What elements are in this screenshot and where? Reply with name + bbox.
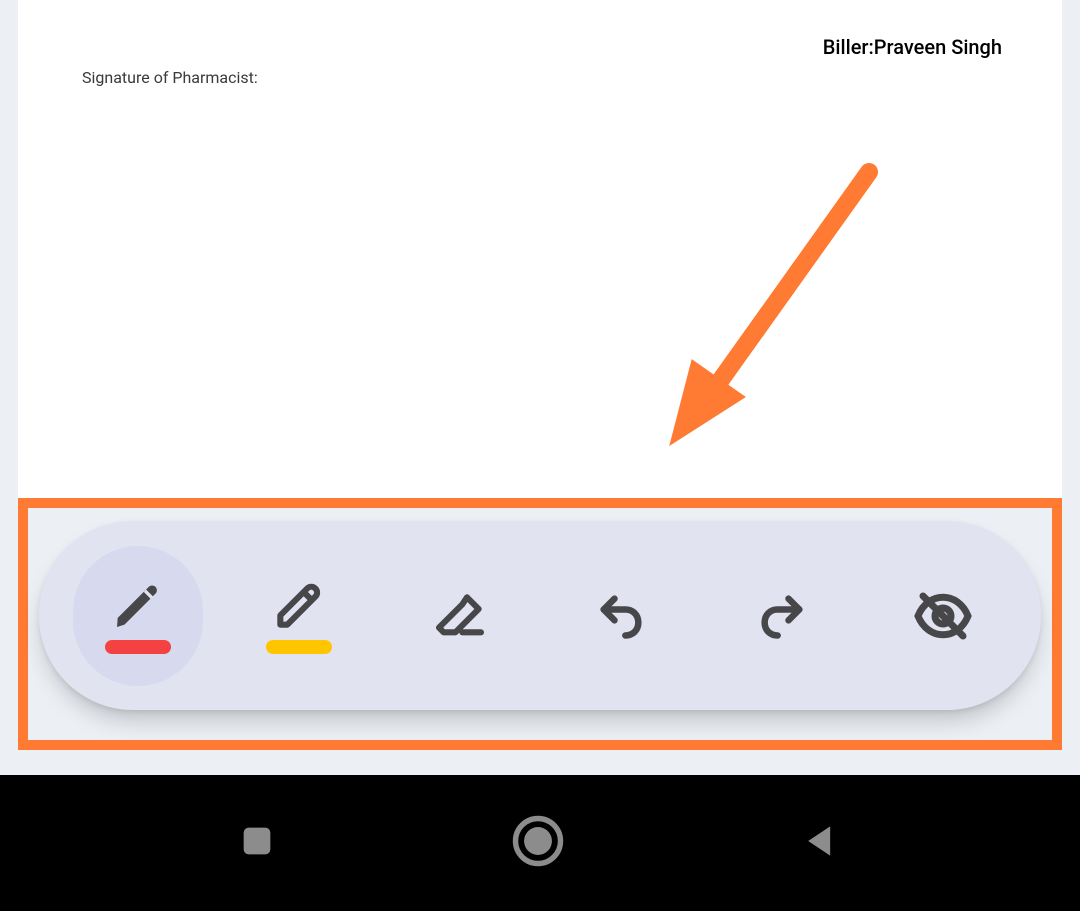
triangle-left-icon [799, 819, 843, 867]
eraser-tool[interactable] [395, 546, 525, 686]
square-icon [237, 821, 277, 865]
hide-annotations-button[interactable] [878, 546, 1008, 686]
document-page: Biller:Praveen Singh Signature of Pharma… [18, 0, 1062, 500]
highlighter-color-swatch [266, 640, 332, 654]
nav-recent-button[interactable] [237, 821, 277, 865]
biller-line: Biller:Praveen Singh [823, 35, 1002, 59]
pen-color-swatch [105, 640, 171, 654]
highlighter-tool[interactable] [234, 546, 364, 686]
biller-label: Biller: [823, 35, 874, 59]
circle-icon [511, 814, 565, 872]
eye-off-icon [913, 586, 973, 646]
redo-button[interactable] [717, 546, 847, 686]
redo-icon [756, 590, 808, 642]
undo-icon [595, 590, 647, 642]
biller-name: Praveen Singh [874, 35, 1002, 59]
pen-icon [110, 578, 166, 634]
system-navbar [0, 775, 1080, 911]
pen-tool[interactable] [73, 546, 203, 686]
signature-label: Signature of Pharmacist: [82, 68, 258, 87]
nav-home-button[interactable] [511, 814, 565, 872]
nav-back-button[interactable] [799, 819, 843, 867]
highlighter-icon [271, 578, 327, 634]
annotation-toolbar [39, 521, 1041, 710]
undo-button[interactable] [556, 546, 686, 686]
eraser-icon [432, 588, 488, 644]
